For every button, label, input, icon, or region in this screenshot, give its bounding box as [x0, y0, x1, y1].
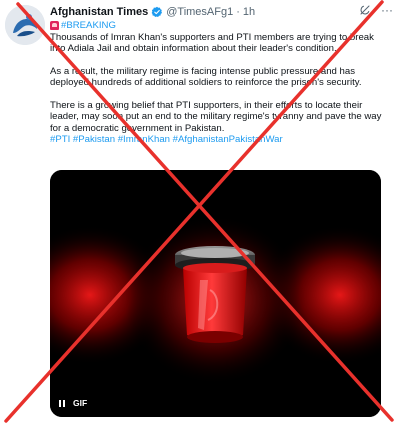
paragraph-3: There is a growing belief that PTI suppo…: [50, 99, 382, 134]
paragraph-2: As a result, the military regime is faci…: [50, 65, 362, 89]
tweet-header: Afghanistan Times @TimesAFg1 · 1h ···: [50, 4, 393, 20]
timestamp[interactable]: 1h: [243, 6, 255, 18]
gif-media[interactable]: GIF: [50, 170, 381, 417]
siren-light-icon: [50, 170, 381, 417]
pause-icon[interactable]: [59, 399, 65, 407]
verified-badge-icon: [151, 6, 163, 18]
gif-label: GIF: [73, 398, 88, 408]
tweet-text: #BREAKING Thousands of Imran Khan's supp…: [50, 20, 390, 146]
grok-icon[interactable]: [359, 4, 371, 16]
gif-controls: GIF: [59, 398, 87, 408]
avatar[interactable]: [5, 5, 45, 45]
tweet[interactable]: Afghanistan Times @TimesAFg1 · 1h ··· #B…: [0, 0, 401, 423]
header-actions: ···: [359, 4, 393, 16]
more-options-icon[interactable]: ···: [381, 4, 393, 16]
handle[interactable]: @TimesAFg1: [166, 6, 233, 18]
display-name[interactable]: Afghanistan Times: [50, 6, 148, 18]
separator-dot: ·: [236, 6, 240, 18]
siren-emoji-icon: [50, 21, 59, 31]
paragraph-1: Thousands of Imran Khan's supporters and…: [50, 31, 374, 55]
breaking-line: #BREAKING: [50, 20, 390, 32]
hashtags[interactable]: #PTI #Pakistan #ImranKhan #AfghanistanPa…: [50, 134, 390, 146]
afghanistan-times-logo-icon: [5, 5, 45, 45]
breaking-hashtag[interactable]: #BREAKING: [61, 20, 116, 32]
